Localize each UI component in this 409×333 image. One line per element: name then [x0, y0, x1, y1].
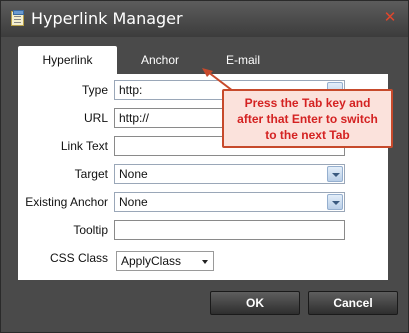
callout-line: Press the Tab key and — [244, 96, 371, 110]
chevron-down-icon[interactable] — [327, 166, 343, 182]
existing-anchor-select[interactable]: None — [114, 192, 345, 212]
ok-button[interactable]: OK — [210, 291, 300, 315]
target-label: Target — [74, 167, 108, 181]
callout-line: after that Enter to switch — [237, 112, 378, 126]
close-icon[interactable]: ✕ — [382, 10, 398, 26]
chevron-down-icon[interactable] — [202, 260, 208, 264]
url-label: URL — [83, 111, 108, 125]
target-select[interactable]: None — [114, 164, 345, 184]
window-title: Hyperlink Manager — [31, 9, 183, 28]
cancel-button[interactable]: Cancel — [308, 291, 398, 315]
tooltip-label: Tooltip — [73, 223, 108, 237]
tab-anchor[interactable]: Anchor — [120, 46, 200, 74]
tab-hyperlink[interactable]: Hyperlink — [18, 46, 117, 74]
instruction-callout: Press the Tab key and after that Enter t… — [222, 89, 393, 148]
callout-line: to the next Tab — [265, 128, 350, 142]
css-class-select[interactable]: ApplyClass — [116, 251, 214, 271]
existing-anchor-value: None — [119, 195, 148, 209]
title-bar[interactable]: Hyperlink Manager ✕ — [1, 1, 408, 37]
tooltip-input[interactable] — [114, 220, 345, 240]
type-label: Type — [81, 83, 108, 97]
existing-anchor-label: Existing Anchor — [25, 195, 108, 209]
hyperlink-manager-dialog: Hyperlink Manager ✕ Hyperlink Anchor E-m… — [0, 0, 409, 333]
target-value: None — [119, 167, 148, 181]
tab-email[interactable]: E-mail — [203, 46, 283, 74]
chevron-down-icon[interactable] — [327, 194, 343, 210]
css-class-value: ApplyClass — [121, 254, 182, 268]
css-class-label: CSS Class — [49, 251, 108, 265]
document-icon — [11, 10, 24, 26]
type-value: http: — [119, 83, 143, 97]
link-text-label: Link Text — [60, 139, 108, 153]
